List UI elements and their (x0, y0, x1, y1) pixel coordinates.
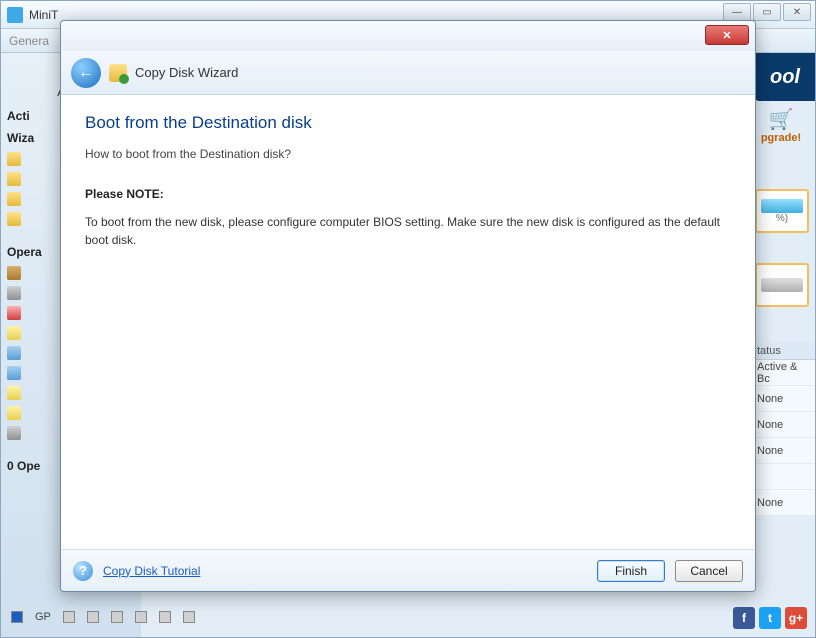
upgrade-widget[interactable]: 🛒 pgrade! (753, 107, 809, 144)
finish-button[interactable]: Finish (597, 560, 665, 582)
legend-swatch (183, 611, 195, 623)
wizard-icon (7, 172, 21, 186)
disk-tile[interactable]: %) (755, 189, 809, 233)
disk-usage-bar (761, 278, 803, 292)
column-header-status: tatus (751, 343, 815, 360)
dialog-titlebar: ✕ (61, 21, 755, 51)
tool-icon (7, 266, 21, 280)
wizard-icon (7, 212, 21, 226)
facebook-icon[interactable]: f (733, 607, 755, 629)
legend-swatch (135, 611, 147, 623)
table-cell (751, 464, 815, 490)
cancel-button[interactable]: Cancel (675, 560, 743, 582)
app-icon (7, 7, 23, 23)
close-button[interactable]: ✕ (783, 3, 811, 21)
tool-icon (7, 406, 21, 420)
tool-icon (7, 366, 21, 380)
app-title: MiniT (29, 8, 58, 22)
note-text: To boot from the new disk, please config… (85, 213, 731, 249)
tool-icon (7, 386, 21, 400)
twitter-icon[interactable]: t (759, 607, 781, 629)
legend-swatch (63, 611, 75, 623)
wizard-footer: ? Copy Disk Tutorial Finish Cancel (61, 549, 755, 591)
maximize-button[interactable]: ▭ (753, 3, 781, 21)
cart-icon: 🛒 (753, 107, 809, 132)
legend-swatch (87, 611, 99, 623)
wizard-header: ← Copy Disk Wizard (61, 51, 755, 95)
dialog-close-button[interactable]: ✕ (705, 25, 749, 45)
tool-icon (7, 286, 21, 300)
googleplus-icon[interactable]: g+ (785, 607, 807, 629)
social-links: f t g+ (733, 607, 807, 629)
partition-table-fragment: tatus Active & Bc None None None None (751, 343, 815, 516)
wizard-title: Copy Disk Wizard (135, 65, 238, 80)
table-cell: None (751, 386, 815, 412)
wizard-icon (7, 152, 21, 166)
parent-window-buttons: — ▭ ✕ (723, 3, 811, 21)
legend-swatch (11, 611, 23, 623)
copy-disk-wizard-dialog: ✕ ← Copy Disk Wizard Boot from the Desti… (60, 20, 756, 592)
wizard-body: Boot from the Destination disk How to bo… (61, 95, 755, 549)
table-cell: None (751, 412, 815, 438)
tool-icon (7, 346, 21, 360)
wizard-app-icon (109, 64, 127, 82)
wizard-heading: Boot from the Destination disk (85, 113, 731, 133)
wizard-icon (7, 192, 21, 206)
disk-tile[interactable] (755, 263, 809, 307)
tutorial-link[interactable]: Copy Disk Tutorial (103, 564, 200, 578)
legend-bar: GP (11, 611, 805, 623)
menu-general[interactable]: Genera (9, 34, 49, 48)
back-button[interactable]: ← (71, 58, 101, 88)
table-cell: Active & Bc (751, 360, 815, 386)
tool-icon (7, 426, 21, 440)
tool-icon (7, 326, 21, 340)
legend-swatch (111, 611, 123, 623)
legend-label: GP (35, 611, 51, 623)
table-cell: None (751, 490, 815, 516)
wizard-subheading: How to boot from the Destination disk? (85, 147, 731, 161)
note-label: Please NOTE: (85, 187, 731, 201)
brand-logo: ool (755, 53, 815, 101)
delete-icon (7, 306, 21, 320)
upgrade-label: pgrade! (761, 132, 801, 144)
help-icon[interactable]: ? (73, 561, 93, 581)
minimize-button[interactable]: — (723, 3, 751, 21)
disk-usage-bar (761, 199, 803, 213)
percent-fragment: %) (776, 213, 788, 224)
legend-swatch (159, 611, 171, 623)
table-cell: None (751, 438, 815, 464)
